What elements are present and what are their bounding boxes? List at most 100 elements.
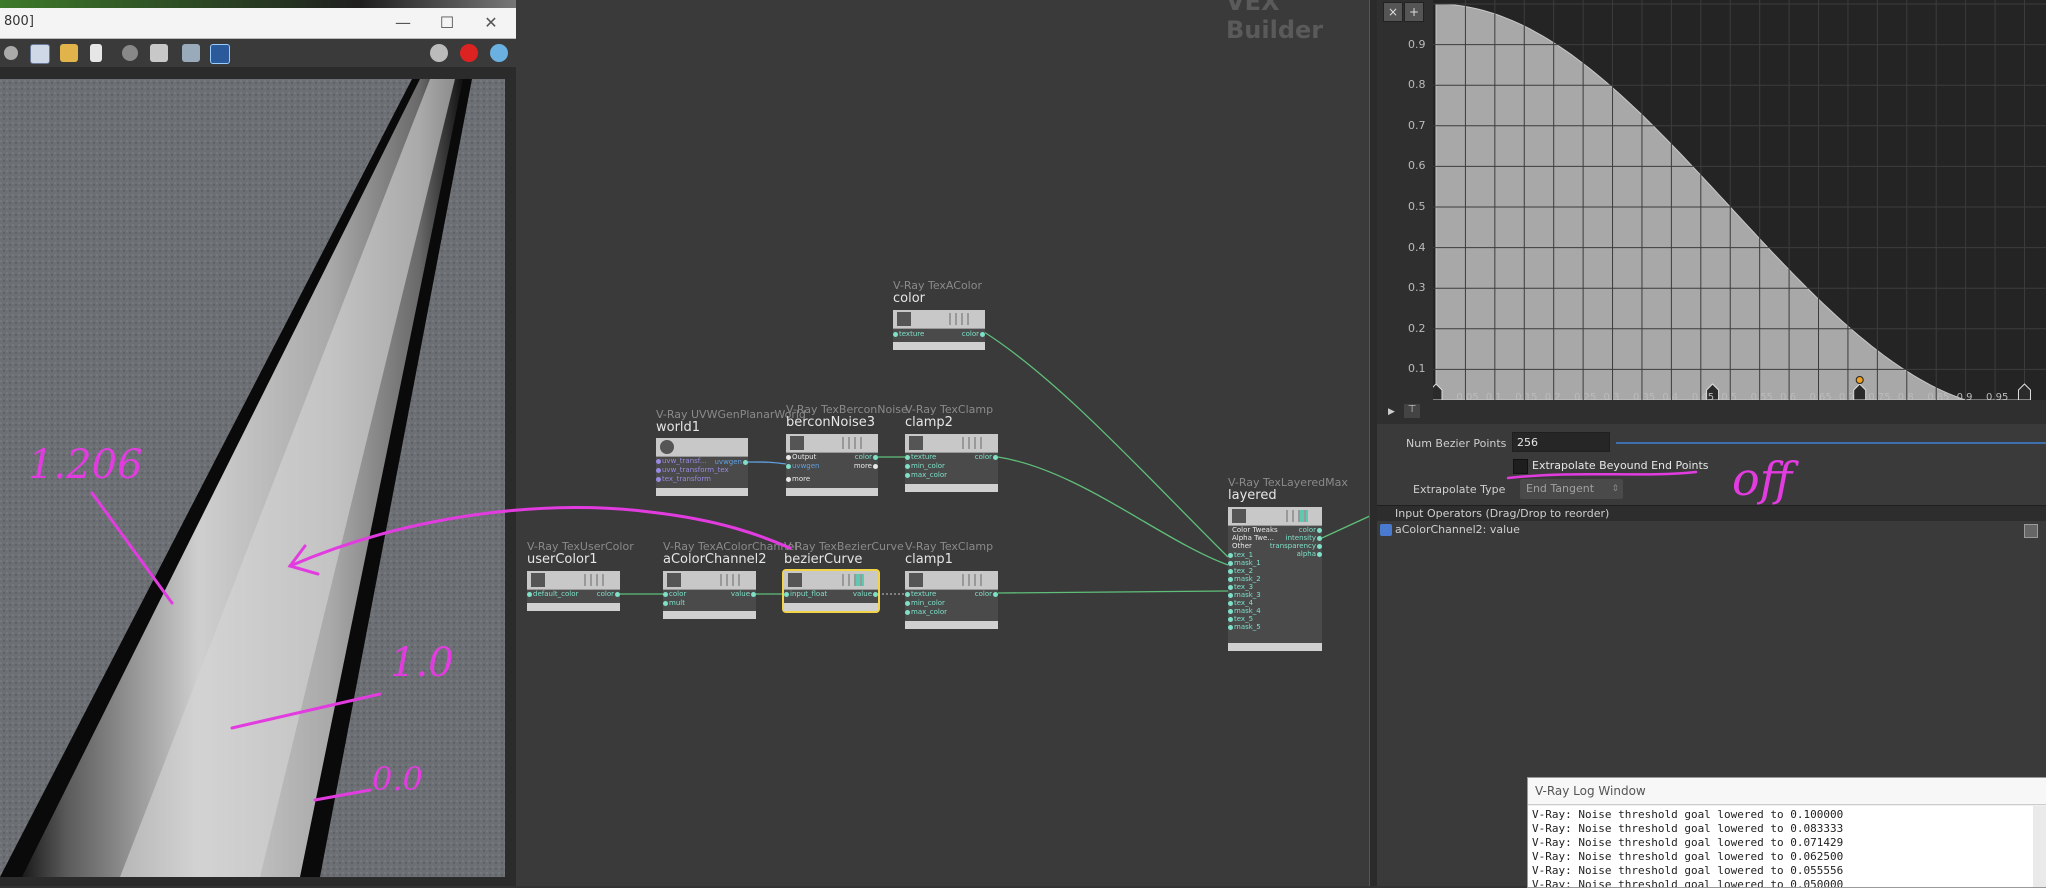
- add-key-button[interactable]: +: [1404, 2, 1424, 22]
- texture-node-icon: [788, 573, 802, 587]
- log-title-bar: V-Ray Log Window: [1528, 778, 2046, 805]
- group-other[interactable]: Other: [1232, 542, 1252, 551]
- node-clamp1[interactable]: texture min_color max_color color: [904, 571, 999, 629]
- port-mask-5[interactable]: mask_5: [1228, 623, 1261, 632]
- stop-render-icon[interactable]: [460, 44, 478, 62]
- texture-node-icon: [897, 312, 911, 326]
- annotation-1-206: 1.206: [28, 442, 143, 488]
- node-layered-name: layered: [1228, 488, 1277, 503]
- num-bezier-slider[interactable]: [1616, 442, 2046, 444]
- extrapolate-type-value: End Tangent: [1526, 482, 1595, 495]
- port-uvwgen-in[interactable]: uvwgen: [786, 462, 820, 471]
- node-clamp2[interactable]: texture min_color max_color color: [904, 434, 999, 492]
- vfb-scrollbar[interactable]: [505, 67, 516, 886]
- port-default-color[interactable]: default_color: [526, 590, 578, 599]
- close-icon[interactable]: ✕: [476, 11, 506, 35]
- track-mouse-icon[interactable]: [182, 44, 200, 62]
- log-line: V-Ray: Noise threshold goal lowered to 0…: [1532, 864, 1844, 877]
- y-tick-label: 0.9: [1408, 37, 1426, 51]
- ramp-key-handle: [2017, 383, 2031, 400]
- num-bezier-field[interactable]: 256: [1512, 432, 1610, 452]
- port-texture[interactable]: texture: [904, 590, 936, 599]
- extrapolate-checkbox[interactable]: [1513, 459, 1528, 474]
- remove-key-button[interactable]: ×: [1383, 2, 1403, 22]
- y-tick-label: 0.8: [1408, 78, 1426, 92]
- node-aColorChannel2[interactable]: color mult value: [662, 571, 757, 619]
- node-berconNoise3-name: berconNoise3: [786, 415, 875, 430]
- port-tex-transform[interactable]: tex_transform: [656, 475, 711, 484]
- port-input-float[interactable]: input_float: [783, 590, 827, 599]
- port-uvw-transf[interactable]: uvw_transf...: [655, 457, 706, 466]
- vfb-toolbar: [0, 39, 516, 67]
- channel-circle-icon[interactable]: [4, 46, 18, 60]
- x-tick-label: 0.8: [1897, 392, 1914, 403]
- operator-jump-icon[interactable]: [1380, 524, 1392, 536]
- node-userColor1[interactable]: default_color color: [526, 571, 621, 611]
- save-icon[interactable]: [30, 44, 50, 64]
- port-color-out[interactable]: color: [962, 330, 986, 339]
- node-color[interactable]: texture color: [892, 310, 986, 350]
- port-texture[interactable]: texture: [892, 330, 924, 339]
- maximize-icon[interactable]: ☐: [432, 11, 462, 35]
- texture-node-icon: [667, 573, 681, 587]
- port-color-out[interactable]: color: [597, 590, 621, 599]
- vray-log-window: V-Ray Log Window V-Ray: Noise threshold …: [1527, 777, 2046, 888]
- x-tick-label: 0.85: [1927, 392, 1950, 403]
- port-uvw-transform-tex[interactable]: uvw_transform_tex: [656, 466, 729, 475]
- x-tick-label: 0.2: [1544, 392, 1561, 403]
- port-more-out[interactable]: more: [854, 462, 879, 471]
- extrapolate-type-select[interactable]: End Tangent ⇕: [1520, 479, 1623, 499]
- port-max-color[interactable]: max_color: [905, 471, 947, 480]
- ramp-curve-view[interactable]: [1433, 0, 2046, 400]
- x-tick-label: 0.4: [1662, 392, 1679, 403]
- render-teapot-icon[interactable]: [490, 44, 508, 62]
- port-min-color[interactable]: min_color: [905, 599, 945, 608]
- node-userColor1-name: userColor1: [527, 552, 598, 567]
- clear-icon[interactable]: [122, 45, 138, 61]
- clipboard-icon[interactable]: [90, 44, 102, 62]
- port-max-color[interactable]: max_color: [905, 608, 947, 617]
- port-value-out[interactable]: value: [731, 590, 757, 599]
- texture-node-icon: [790, 436, 804, 450]
- input-operator-item[interactable]: aColorChannel2: value: [1377, 521, 2046, 539]
- log-scrollbar[interactable]: [2033, 806, 2046, 887]
- uvw-node-icon: [660, 440, 674, 454]
- key-type-icon[interactable]: ⊤: [1404, 404, 1420, 418]
- texture-node-icon: [531, 573, 545, 587]
- annotation-1-0: 1.0: [390, 640, 454, 686]
- port-output[interactable]: Output: [785, 453, 816, 462]
- num-bezier-label: Num Bezier Points: [1406, 437, 1507, 450]
- node-layered[interactable]: Color Tweaks Alpha Twe... Other tex_1 ma…: [1227, 507, 1323, 651]
- expand-arrow-icon[interactable]: ▶: [1388, 407, 1395, 417]
- port-value-out[interactable]: value: [853, 590, 879, 599]
- texture-node-icon: [909, 436, 923, 450]
- log-title: V-Ray Log Window: [1535, 784, 1646, 798]
- port-color-in[interactable]: color: [662, 590, 686, 599]
- minimize-icon[interactable]: —: [388, 11, 418, 35]
- port-uvwgen-out[interactable]: uvwgen: [715, 458, 748, 467]
- lens-effects-icon[interactable]: [210, 44, 230, 64]
- port-more-in[interactable]: more: [785, 475, 810, 484]
- port-texture[interactable]: texture: [904, 453, 936, 462]
- extrapolate-label: Extrapolate Beyound End Points: [1532, 459, 1709, 472]
- port-alpha-out[interactable]: alpha: [1297, 550, 1323, 559]
- y-tick-label: 0.6: [1408, 159, 1426, 173]
- texture-node-icon: [1232, 509, 1246, 523]
- teapot-icon[interactable]: [430, 44, 448, 62]
- operator-settings-icon[interactable]: [2024, 524, 2038, 538]
- node-berconNoise3[interactable]: Output uvwgen more color more: [785, 434, 879, 496]
- node-bezierCurve[interactable]: input_float value: [782, 569, 880, 613]
- open-folder-icon[interactable]: [60, 44, 78, 62]
- port-min-color[interactable]: min_color: [905, 462, 945, 471]
- y-tick-label: 0.3: [1408, 281, 1426, 295]
- port-color-out[interactable]: color: [975, 453, 999, 462]
- node-world1[interactable]: uvw_transf... uvw_transform_tex tex_tran…: [655, 438, 748, 496]
- port-mult[interactable]: mult: [663, 599, 685, 608]
- x-tick-label: 0.05: [1456, 392, 1479, 403]
- port-color-out[interactable]: color: [975, 590, 999, 599]
- y-tick-label: 0.4: [1408, 240, 1426, 254]
- port-color-out[interactable]: color: [855, 453, 879, 462]
- region-icon[interactable]: [150, 44, 168, 62]
- node-clamp1-name: clamp1: [905, 552, 953, 567]
- input-operators-title: Input Operators (Drag/Drop to reorder): [1395, 507, 1610, 520]
